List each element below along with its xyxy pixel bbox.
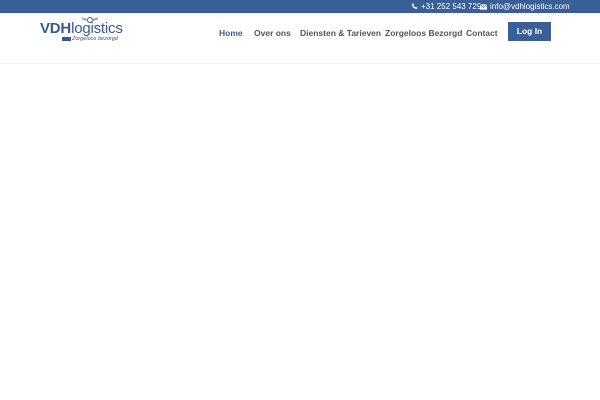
nav-item-home[interactable]: Home — [219, 26, 243, 40]
phone-number: +31 252 543 729 — [421, 2, 482, 11]
top-contact-bar: +31 252 543 729 info@vdhlogistics.com — [0, 0, 600, 13]
envelope-icon — [480, 3, 487, 10]
nav-item-over-ons[interactable]: Over ons — [254, 26, 291, 40]
email-address: info@vdhlogistics.com — [490, 2, 570, 11]
login-button[interactable]: Log In — [508, 22, 551, 41]
site-header: VDHlogistics Zorgeloos bezorgd Home Over… — [0, 13, 600, 64]
email-contact[interactable]: info@vdhlogistics.com — [480, 0, 570, 13]
phone-contact[interactable]: +31 252 543 729 — [411, 0, 481, 13]
header-divider — [0, 63, 600, 64]
phone-icon — [411, 3, 418, 9]
nav-item-diensten-tarieven[interactable]: Diensten & Tarieven — [300, 26, 381, 40]
nav-item-zorgeloos-bezorgd[interactable]: Zorgeloos Bezorgd — [385, 26, 462, 40]
nav-item-contact[interactable]: Contact — [466, 26, 498, 40]
